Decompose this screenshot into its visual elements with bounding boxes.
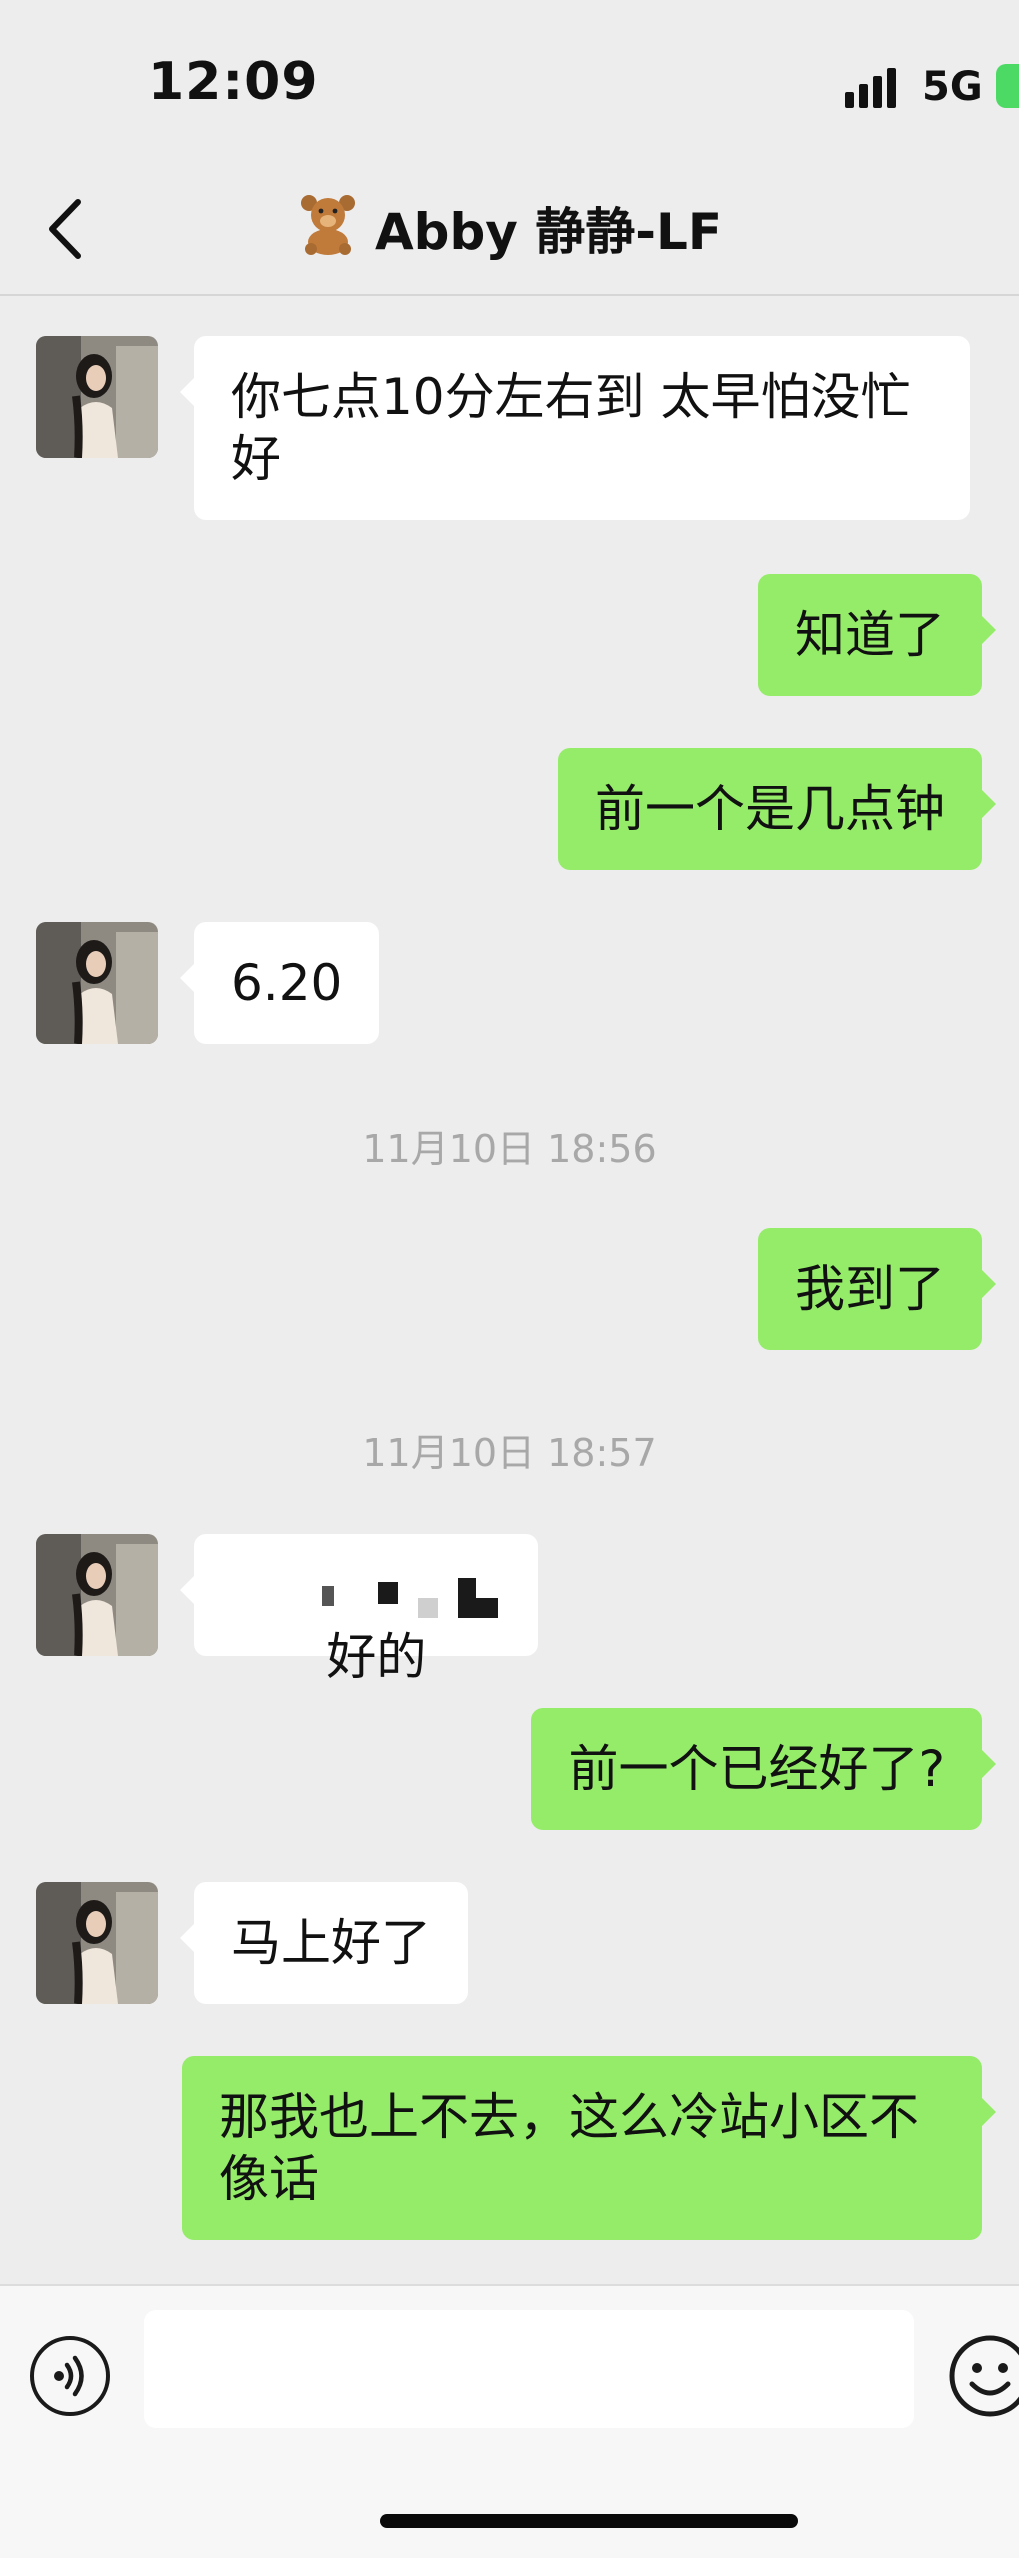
redaction-mosaic (322, 1586, 334, 1606)
chat-header: Abby 静静-LF (0, 170, 1019, 296)
message-list[interactable]: 你七点10分左右到 太早怕没忙好 知道了 前一个是几点钟 6.20 11月10日… (0, 296, 1019, 2284)
emoji-icon[interactable] (946, 2332, 1019, 2420)
message-bubble-incoming[interactable]: 你七点10分左右到 太早怕没忙好 (180, 336, 970, 520)
signal-icon (845, 68, 896, 108)
redaction-mosaic (458, 1598, 498, 1618)
message-bubble-outgoing[interactable]: 前一个已经好了? (531, 1708, 996, 1830)
message-text: 好的 (326, 1628, 427, 1686)
redaction-mosaic (418, 1598, 438, 1618)
contact-avatar[interactable] (36, 336, 158, 458)
voice-button[interactable] (30, 2336, 110, 2416)
chat-title[interactable]: Abby 静静-LF (0, 192, 1019, 267)
teddy-bear-icon (297, 193, 359, 267)
contact-avatar[interactable] (36, 1882, 158, 2004)
network-label: 5G (922, 64, 983, 110)
message-bubble-outgoing[interactable]: 前一个是几点钟 (558, 748, 996, 870)
contact-avatar[interactable] (36, 1534, 158, 1656)
status-bar: 12:09 5G (0, 0, 1019, 170)
message-bubble-incoming[interactable]: 马上好了 (180, 1882, 468, 2004)
battery-icon (996, 64, 1019, 108)
timestamp: 11月10日 18:57 (362, 1431, 657, 1475)
timestamp: 11月10日 18:56 (362, 1127, 657, 1171)
voice-icon (54, 2355, 84, 2397)
message-bubble-incoming[interactable]: 好的 (180, 1534, 538, 1686)
contact-name: Abby 静静-LF (374, 203, 723, 261)
message-bubble-outgoing[interactable]: 知道了 (758, 574, 996, 696)
status-time: 12:09 (148, 52, 319, 112)
home-indicator (380, 2514, 798, 2528)
message-bubble-incoming[interactable]: 6.20 (179, 922, 380, 1044)
redaction-mosaic (378, 1582, 398, 1604)
message-bubble-outgoing[interactable]: 那我也上不去，这么冷站小区不像话 (182, 2056, 996, 2240)
contact-avatar[interactable] (36, 922, 158, 1044)
message-input[interactable] (144, 2310, 914, 2428)
message-bubble-outgoing[interactable]: 我到了 (758, 1228, 996, 1350)
